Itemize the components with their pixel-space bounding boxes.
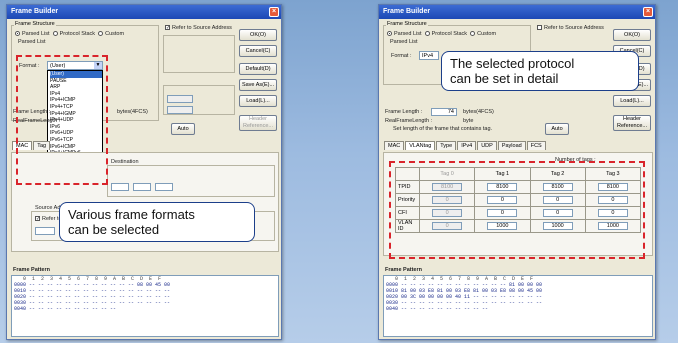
radio-parsed[interactable] [387, 31, 392, 37]
radio-parsed-label: Parsed List [22, 31, 50, 37]
refer-source-label: Refer to Source Address [544, 25, 604, 31]
refer-source-check[interactable]: Refer to Source Address [537, 25, 604, 31]
protocol-tabs: MAC VLANtag Type IPv4 UDP Payload FCS [384, 141, 547, 150]
close-icon[interactable]: × [269, 7, 279, 17]
callout-right-line-1: The selected protocol [450, 56, 575, 71]
tab-ipv4[interactable]: IPv4 [457, 141, 477, 150]
dest-field-3[interactable] [155, 183, 173, 191]
format-dropdown[interactable]: IPv4 [419, 51, 439, 60]
save-as-button[interactable]: Save As(E)... [239, 79, 277, 91]
frame-length-unit: bytes(4FCS) [463, 109, 494, 115]
frame-length-input[interactable]: 74 [431, 108, 457, 116]
radio-custom-label: Custom [477, 31, 497, 37]
refer-source-checkbox[interactable]: ✓ [165, 25, 170, 31]
hex-row: 0040 -- -- -- -- -- -- -- -- -- -- [386, 306, 489, 312]
refer-source-label: Refer to Source Address [172, 25, 232, 31]
callout-left: Various frame formats can be selected [59, 202, 255, 242]
window-title-text: Frame Builder [11, 8, 59, 15]
radio-parsed-label: Parsed List [394, 31, 422, 37]
tag-table-highlight-box [389, 161, 645, 259]
real-frame-length-unit: byte [463, 118, 474, 124]
load-button[interactable]: Load(L)... [613, 95, 651, 107]
refer-source-check[interactable]: ✓ Refer to Source Address [165, 25, 232, 31]
close-icon[interactable]: × [643, 7, 653, 17]
tab-mac[interactable]: MAC [384, 141, 405, 150]
radio-protocol-label: Protocol Stack [431, 31, 468, 37]
option-field-a[interactable] [167, 95, 193, 103]
ok-button[interactable]: OK(O) [239, 29, 277, 41]
callout-left-line-1: Various frame formats [68, 207, 195, 222]
radio-protocol[interactable] [424, 31, 430, 37]
radio-parsed[interactable] [15, 31, 20, 37]
callout-right-line-2: can be set in detail [450, 71, 559, 86]
tab-fcs[interactable]: FCS [526, 141, 546, 150]
default-button[interactable]: Default(D) [239, 63, 277, 75]
window-title-text: Frame Builder [383, 8, 431, 15]
real-frame-note: Set length of the frame that contains ta… [393, 126, 493, 132]
tab-type[interactable]: Type [436, 141, 457, 150]
callout-left-line-2: can be selected [68, 222, 160, 237]
parsed-list-label: Parsed List [18, 39, 46, 45]
destination-group [107, 165, 275, 197]
dest-field-1[interactable] [111, 183, 129, 191]
hex-row: 0040 -- -- -- -- -- -- -- -- -- -- [14, 306, 117, 312]
radio-protocol[interactable] [52, 31, 58, 37]
tab-udp[interactable]: UDP [477, 141, 497, 150]
source-field[interactable] [35, 227, 55, 235]
refer-checkbox[interactable]: ✓ [35, 216, 40, 222]
refer-check[interactable]: ✓ Refer to [35, 216, 62, 222]
window-title: Frame Builder × [379, 5, 655, 19]
radio-custom-label: Custom [105, 31, 125, 37]
preview-label: Frame Pattern [13, 267, 50, 273]
format-label: Format : [391, 53, 412, 59]
frame-length-unit: bytes(4FCS) [117, 109, 148, 115]
option-field-b[interactable] [167, 106, 193, 114]
header-reference-button[interactable]: Header Reference... [613, 115, 651, 131]
parsed-list-label: Parsed List [390, 39, 418, 45]
format-dropdown-value: IPv4 [422, 53, 434, 59]
format-highlight-box [16, 55, 108, 185]
window-title: Frame Builder × [7, 5, 281, 19]
header-reference-button[interactable]: Header Reference... [239, 115, 277, 131]
structure-radios: Parsed List Protocol Stack Custom [15, 31, 124, 37]
frame-builder-window-right: Frame Builder × Frame Structure Parsed L… [378, 4, 656, 340]
callout-right: The selected protocol can be set in deta… [441, 51, 639, 91]
frame-structure-label: Frame Structure [386, 21, 428, 27]
structure-radios: Parsed List Protocol Stack Custom [387, 31, 496, 37]
frame-length-label: Frame Length : [385, 109, 423, 115]
cancel-button[interactable]: Cancel(C) [239, 45, 277, 57]
radio-protocol-label: Protocol Stack [59, 31, 96, 37]
ok-button[interactable]: OK(O) [613, 29, 651, 41]
load-button[interactable]: Load(L)... [239, 95, 277, 107]
options-group-1 [163, 35, 235, 73]
hex-preview-panel[interactable]: 0 1 2 3 4 5 6 7 8 9 A B C D E F 0000 -- … [11, 275, 279, 337]
auto-button[interactable]: Auto [171, 123, 195, 135]
refer-source-checkbox[interactable] [537, 25, 542, 31]
frame-builder-window-left: Frame Builder × Frame Structure Parsed L… [6, 4, 282, 340]
tab-payload[interactable]: Payload [497, 141, 526, 150]
preview-label: Frame Pattern [385, 267, 422, 273]
radio-custom[interactable] [470, 31, 476, 37]
frame-structure-label: Frame Structure [14, 21, 56, 27]
hex-preview-panel[interactable]: 0 1 2 3 4 5 6 7 8 9 A B C D E F 0000 -- … [383, 275, 653, 337]
real-frame-length-label: RealFrameLength : [385, 118, 433, 124]
auto-button[interactable]: Auto [545, 123, 569, 135]
radio-custom[interactable] [98, 31, 104, 37]
tab-vlantag[interactable]: VLANtag [405, 141, 436, 150]
dest-field-2[interactable] [133, 183, 151, 191]
